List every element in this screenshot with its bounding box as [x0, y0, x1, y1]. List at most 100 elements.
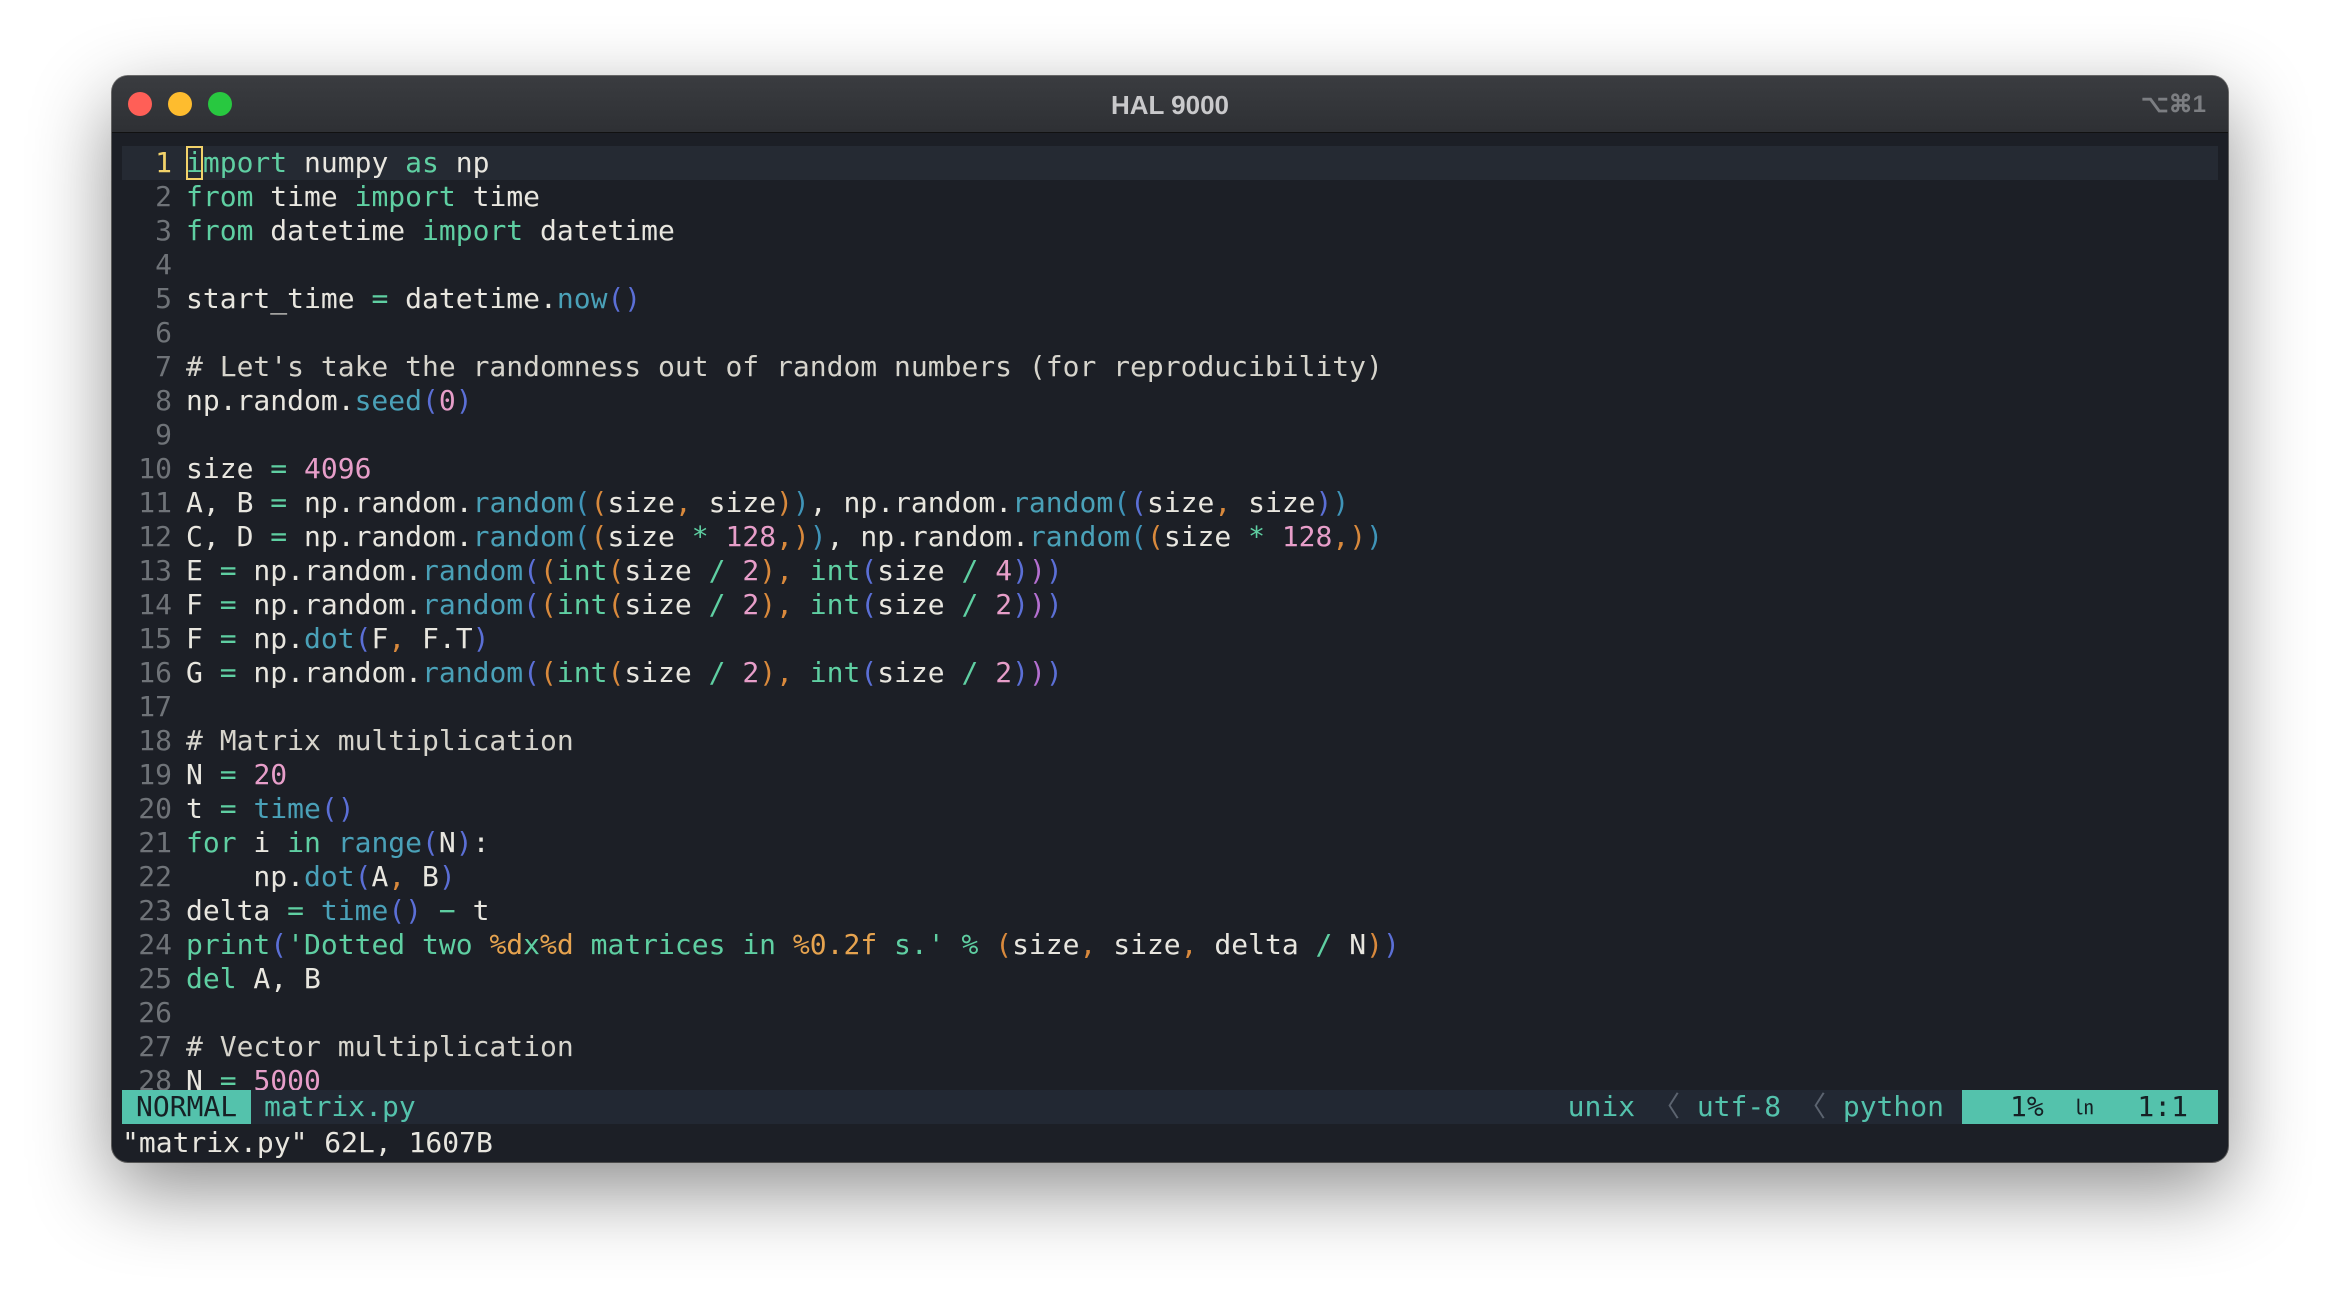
code-token: size	[624, 656, 709, 689]
code-line[interactable]: 8 np.random.seed(0)	[122, 384, 2218, 418]
window-shortcut: ⌥⌘1	[2140, 91, 2206, 118]
code-token: random	[1012, 486, 1114, 519]
code-line[interactable]: 2 from time import time	[122, 180, 2218, 214]
code-line[interactable]: 23 delta = time() − t	[122, 894, 2218, 928]
command-line[interactable]: "matrix.py" 62L, 1607B	[122, 1126, 493, 1160]
line-code: delta = time() − t	[186, 894, 489, 928]
code-token: 2	[995, 656, 1013, 689]
code-token: =	[219, 622, 237, 655]
code-line[interactable]: 22 np.dot(A, B)	[122, 860, 2218, 894]
code-line[interactable]: 5 start_time = datetime.now()	[122, 282, 2218, 316]
code-token: i	[236, 826, 288, 859]
cursor-position: 1:1	[2137, 1090, 2188, 1123]
line-code: t = time()	[186, 792, 355, 826]
code-token: F	[186, 622, 220, 655]
code-token: 128	[725, 520, 777, 553]
code-token: )	[1028, 588, 1046, 621]
code-line[interactable]: 14 F = np.random.random((int(size / 2), i…	[122, 588, 2218, 622]
code-token: (	[995, 928, 1013, 961]
line-number: 8	[155, 384, 172, 417]
code-line[interactable]: 1 import numpy as np	[122, 146, 2218, 180]
line-number: 1	[155, 146, 172, 179]
code-token: 2	[995, 588, 1013, 621]
line-code: print('Dotted two %dx%d matrices in %0.2…	[186, 928, 1400, 962]
code-line[interactable]: 15 F = np.dot(F, F.T)	[122, 622, 2218, 656]
code-token: (	[573, 520, 591, 553]
code-token: =	[270, 452, 288, 485]
code-token: %0.2f	[792, 928, 878, 961]
code-line[interactable]: 18 # Matrix multiplication	[122, 724, 2218, 758]
code-line[interactable]: 20 t = time()	[122, 792, 2218, 826]
line-code: # Let's take the randomness out of rando…	[186, 350, 1383, 384]
code-line[interactable]: 19 N = 20	[122, 758, 2218, 792]
code-line[interactable]: 9	[122, 418, 2218, 452]
line-number: 16	[138, 656, 172, 689]
code-editor[interactable]: 1 import numpy as np 2 from time import tim…	[122, 132, 2218, 1097]
code-token: np.random.	[236, 554, 423, 587]
code-token: )	[759, 656, 777, 689]
line-code: from time import time	[186, 180, 540, 214]
code-token: %	[961, 928, 979, 961]
code-line[interactable]: 6	[122, 316, 2218, 350]
line-code: N = 20	[186, 758, 287, 792]
line-number: 15	[138, 622, 172, 655]
code-token: ,	[1079, 928, 1097, 961]
code-token: ,	[1332, 520, 1350, 553]
code-token: )	[1012, 656, 1029, 689]
code-token: =	[219, 656, 237, 689]
code-token: ,	[776, 656, 793, 689]
code-token: (	[270, 928, 288, 961]
code-line[interactable]: 24 print('Dotted two %dx%d matrices in %0…	[122, 928, 2218, 962]
code-line[interactable]: 27 # Vector multiplication	[122, 1030, 2218, 1064]
code-token: np.	[236, 622, 305, 655]
code-token: )	[776, 486, 793, 519]
text-cursor: i	[186, 146, 203, 180]
code-token: ,	[388, 622, 406, 655]
code-token: numpy	[287, 146, 406, 179]
code-token: # Matrix multiplication	[186, 724, 574, 757]
code-token: (	[422, 384, 439, 417]
code-token: %d	[489, 928, 524, 961]
code-line[interactable]: 10 size = 4096	[122, 452, 2218, 486]
code-token: ()	[607, 282, 642, 315]
code-token: size	[624, 588, 709, 621]
code-token: N	[438, 826, 456, 859]
code-line[interactable]: 4	[122, 248, 2218, 282]
line-number: 6	[155, 316, 172, 349]
code-line[interactable]: 13 E = np.random.random((int(size / 2), i…	[122, 554, 2218, 588]
code-token: s.'	[877, 928, 945, 961]
line-number: 20	[138, 792, 172, 825]
code-token: np.random.	[287, 520, 473, 553]
code-token: random	[422, 656, 524, 689]
file-type: python	[1842, 1090, 1944, 1123]
code-line[interactable]: 17	[122, 690, 2218, 724]
line-number: 14	[138, 588, 172, 621]
code-token: (	[1130, 520, 1147, 553]
code-line[interactable]: 7 # Let's take the randomness out of rand…	[122, 350, 2218, 384]
code-line[interactable]: 3 from datetime import datetime	[122, 214, 2218, 248]
terminal-window: HAL 9000 ⌥⌘1 1 import numpy as np 2 from ti…	[112, 76, 2228, 1162]
code-line[interactable]: 12 C, D = np.random.random((size * 128,))…	[122, 520, 2218, 554]
code-token: =	[219, 554, 237, 587]
code-token: ,	[1180, 928, 1198, 961]
code-token: (	[1146, 520, 1164, 553]
code-line[interactable]: 16 G = np.random.random((int(size / 2), i…	[122, 656, 2218, 690]
code-token: (	[860, 656, 878, 689]
code-token: datetime	[523, 214, 675, 247]
code-token: =	[219, 758, 237, 791]
code-line[interactable]: 21 for i in range(N):	[122, 826, 2218, 860]
code-token: /	[708, 656, 726, 689]
code-line[interactable]: 11 A, B = np.random.random((size, size)),…	[122, 486, 2218, 520]
code-line[interactable]: 25 del A, B	[122, 962, 2218, 996]
code-token: *	[691, 520, 709, 553]
code-token: /	[961, 588, 979, 621]
code-line[interactable]: 26	[122, 996, 2218, 1030]
code-token: )	[1366, 928, 1383, 961]
line-number: 2	[155, 180, 172, 213]
code-token: /	[708, 588, 726, 621]
